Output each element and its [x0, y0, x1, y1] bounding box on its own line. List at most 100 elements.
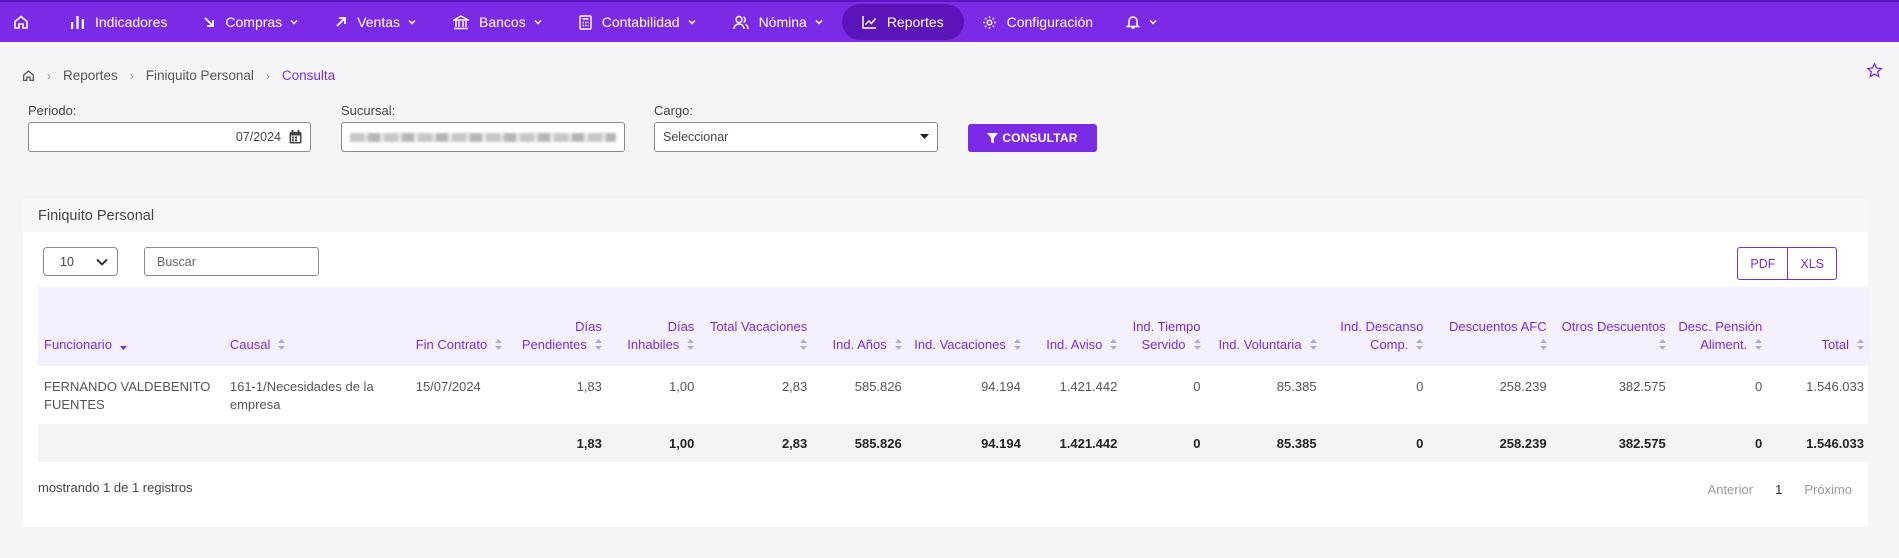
periodo-input[interactable]: 07/2024: [28, 122, 311, 152]
column-header[interactable]: Funcionario: [38, 287, 224, 366]
nav-item-label: Nómina: [758, 14, 807, 30]
column-header[interactable]: Ind. Años: [813, 287, 907, 366]
column-header[interactable]: Fin Contrato: [410, 287, 510, 366]
breadcrumb-item-finiquito[interactable]: Finiquito Personal: [146, 68, 254, 83]
card-title: Finiquito Personal: [23, 199, 1868, 232]
sort-icon[interactable]: [1193, 339, 1201, 350]
pagination-page[interactable]: 1: [1775, 482, 1782, 497]
table-cell: 85.385: [1276, 379, 1317, 394]
column-header[interactable]: Descuentos AFC: [1429, 287, 1552, 366]
sucursal-select[interactable]: [341, 122, 625, 152]
sort-icon[interactable]: [1013, 339, 1021, 350]
calendar-icon[interactable]: [289, 130, 302, 144]
breadcrumb-separator: ›: [129, 68, 134, 83]
sort-icon[interactable]: [1755, 339, 1763, 350]
column-header[interactable]: Ind. Voluntaria: [1207, 287, 1323, 366]
column-header[interactable]: Desc. Pensión Aliment.: [1672, 287, 1769, 366]
nav-item-label: Indicadores: [95, 14, 168, 30]
top-navbar: Indicadores Compras Ventas Bancos Contabilid…: [0, 0, 1899, 42]
nav-item-label: Bancos: [479, 14, 526, 30]
favorite-button[interactable]: [1866, 62, 1883, 82]
sort-icon[interactable]: [1658, 339, 1666, 350]
cargo-label: Cargo:: [654, 103, 694, 118]
periodo-label: Periodo:: [28, 103, 77, 118]
column-header-label: Funcionario: [44, 337, 112, 352]
consultar-label: CONSULTAR: [1002, 131, 1078, 145]
table-cell: 1,00: [669, 379, 695, 394]
notifications-button[interactable]: [1111, 4, 1172, 40]
sort-icon[interactable]: [800, 339, 808, 350]
column-header[interactable]: Ind. Descanso Comp.: [1323, 287, 1430, 366]
nav-item-reportes[interactable]: Reportes: [841, 4, 964, 40]
table-header-row: Funcionario Causal Fin Contrato Días Pendie…: [38, 287, 1870, 366]
column-header-label: Fin Contrato: [415, 337, 488, 352]
total-cell: [38, 424, 224, 462]
pagination: Anterior 1 Próximo: [1686, 482, 1852, 497]
records-info: mostrando 1 de 1 registros: [38, 480, 193, 495]
nav-item-bancos[interactable]: Bancos: [435, 4, 561, 40]
sort-icon[interactable]: [1416, 339, 1424, 350]
nav-item-nomina[interactable]: Nómina: [715, 4, 842, 40]
pdf-button[interactable]: PDF: [1738, 248, 1787, 279]
page-length-select[interactable]: 10: [43, 247, 118, 276]
breadcrumb-item-reportes[interactable]: Reportes: [63, 68, 118, 83]
nav-item-indicadores[interactable]: Indicadores: [52, 4, 185, 40]
sort-icon[interactable]: [495, 339, 503, 350]
column-header[interactable]: Total: [1768, 287, 1870, 366]
table-cell: 1,83: [576, 379, 602, 394]
page-length-value: 10: [60, 254, 74, 269]
total-cell: 258.239: [1499, 435, 1547, 451]
total-cell: [224, 424, 410, 462]
column-header-label: Total Vacaciones: [709, 319, 808, 334]
pagination-next[interactable]: Próximo: [1804, 482, 1852, 497]
home-button[interactable]: [0, 1, 42, 43]
sort-icon[interactable]: [594, 339, 602, 350]
column-header[interactable]: Ind. Tiempo Servido: [1123, 287, 1206, 366]
xls-button[interactable]: XLS: [1787, 248, 1836, 279]
column-header[interactable]: Ind. Vacaciones: [908, 287, 1027, 366]
consultar-button[interactable]: CONSULTAR: [968, 124, 1097, 152]
table-row: FERNANDO VALDEBENITO FUENTES 161-1/Necesi…: [38, 366, 1870, 424]
total-cell: 1,00: [669, 435, 695, 451]
nav-item-configuracion[interactable]: Configuración: [964, 4, 1111, 40]
column-header-label: Causal: [229, 337, 271, 352]
table-cell: 161-1/Necesidades de la empresa: [229, 379, 374, 412]
home-icon[interactable]: [22, 69, 35, 82]
sort-icon[interactable]: [1539, 339, 1547, 350]
report-card: Finiquito Personal 10 PDF XLS Funcionari…: [23, 199, 1870, 527]
column-header[interactable]: Total Vacaciones: [700, 287, 813, 366]
sort-icon[interactable]: [1309, 339, 1317, 350]
nav-item-contabilidad[interactable]: Contabilidad: [561, 4, 715, 40]
column-header[interactable]: Días Inhabiles: [608, 287, 700, 366]
column-header-label: Total: [1821, 337, 1849, 352]
caret-down-icon: [920, 134, 929, 139]
sort-icon[interactable]: [1857, 339, 1864, 350]
total-cell: 1.421.442: [1059, 435, 1118, 451]
column-header[interactable]: Causal: [224, 287, 410, 366]
pagination-prev[interactable]: Anterior: [1708, 482, 1754, 497]
column-header[interactable]: Otros Descuentos: [1553, 287, 1672, 366]
nav-item-compras[interactable]: Compras: [185, 4, 317, 40]
sort-icon[interactable]: [687, 339, 695, 350]
sucursal-label: Sucursal:: [341, 103, 396, 118]
nav-item-ventas[interactable]: Ventas: [317, 4, 435, 40]
search-input[interactable]: [144, 247, 319, 276]
column-header-label: Ind. Descanso Comp.: [1340, 319, 1424, 352]
sort-icon[interactable]: [278, 339, 286, 350]
sort-icon[interactable]: [1110, 339, 1118, 350]
column-header-label: Ind. Vacaciones: [914, 337, 1006, 352]
column-header-label: Ind. Voluntaria: [1218, 337, 1302, 352]
breadcrumb-separator: ›: [47, 68, 51, 83]
chevron-down-icon: [290, 19, 298, 25]
sort-icon[interactable]: [894, 339, 902, 350]
cargo-value: Seleccionar: [663, 130, 729, 144]
bank-icon: [453, 14, 470, 29]
cargo-select[interactable]: Seleccionar: [654, 122, 938, 152]
column-header[interactable]: Ind. Aviso: [1027, 287, 1124, 366]
column-header[interactable]: Días Pendientes: [509, 287, 608, 366]
nav-item-label: Compras: [225, 14, 283, 30]
column-header-label: Desc. Pensión Aliment.: [1678, 319, 1763, 352]
home-icon: [14, 15, 28, 29]
breadcrumb-separator: ›: [265, 68, 270, 83]
sort-desc-icon[interactable]: [119, 339, 127, 350]
